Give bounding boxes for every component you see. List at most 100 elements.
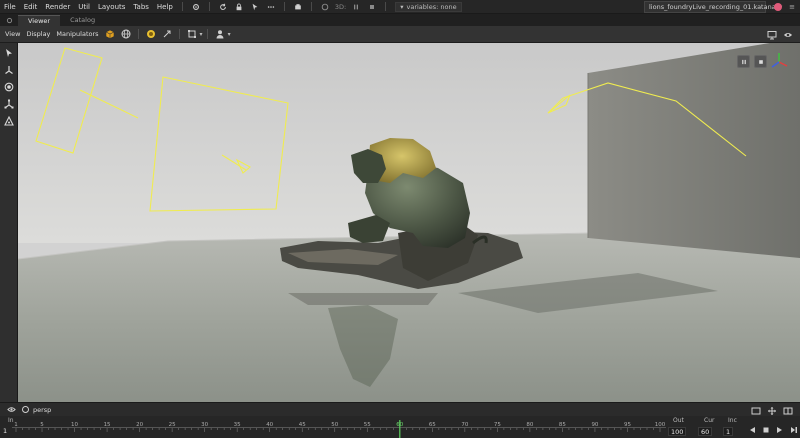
menu-view[interactable]: View (2, 30, 23, 38)
ruler-tick-label: 75 (494, 422, 501, 428)
ruler-tick-label: 1 (14, 422, 18, 428)
scale-tool-icon[interactable] (2, 97, 16, 111)
stop-icon[interactable] (760, 424, 772, 436)
ruler-tick-label: 50 (331, 422, 338, 428)
menubar-divider (385, 2, 387, 11)
menu-util[interactable]: Util (74, 0, 94, 14)
ruler-tick-label: 85 (559, 422, 566, 428)
ruler-tick-label: 20 (136, 422, 143, 428)
ruler-tick-label: 70 (461, 422, 468, 428)
ruler-tick-label: 80 (526, 422, 533, 428)
menubar: File Edit Render Util Layouts Tabs Help … (0, 0, 800, 14)
in-value[interactable]: 1 (3, 427, 7, 435)
menu-render[interactable]: Render (41, 0, 74, 14)
ruler-tick-label: 100 (655, 422, 666, 428)
settings-icon[interactable] (191, 2, 201, 12)
menu-manipulators[interactable]: Manipulators (53, 30, 101, 38)
pause-icon[interactable] (351, 2, 361, 12)
live-render-icon[interactable] (320, 2, 330, 12)
ruler-tick-label: 25 (169, 422, 176, 428)
record-indicator-icon[interactable] (774, 3, 782, 11)
menu-edit[interactable]: Edit (20, 0, 42, 14)
right-wall (588, 43, 800, 258)
play-backward-icon[interactable] (746, 424, 758, 436)
dots-icon[interactable] (266, 2, 276, 12)
toolbar-divider (178, 29, 180, 39)
scene-file-name: lions_foundryLive_recording_01.katana* (649, 3, 779, 11)
frame-ruler[interactable]: 1510152025303540455055606570758085909510… (12, 420, 666, 438)
ruler-tick-label: 35 (234, 422, 241, 428)
out-field[interactable]: 100 (668, 427, 687, 436)
chevron-down-icon[interactable]: ▾ (228, 31, 231, 38)
lock-icon[interactable] (234, 2, 244, 12)
tab-viewer[interactable]: Viewer (18, 15, 61, 26)
viewer-toolbar: View Display Manipulators ▾ ▾ (0, 26, 800, 43)
user-icon[interactable] (214, 28, 226, 40)
ruler-tick-label: 10 (71, 422, 78, 428)
chevron-down-icon[interactable]: ▾ (200, 31, 203, 38)
three-d-label: 3D: (334, 2, 347, 11)
frame-select-icon[interactable] (186, 28, 198, 40)
bounding-box-icon[interactable] (104, 28, 116, 40)
shading-icon[interactable] (145, 28, 157, 40)
viewport[interactable] (18, 43, 800, 402)
pause-render-button[interactable] (737, 55, 750, 68)
visibility-icon[interactable] (782, 29, 794, 41)
menubar-divider (310, 2, 312, 11)
variables-dropdown[interactable]: ▾ variables: none (395, 1, 462, 12)
menu-tabs[interactable]: Tabs (129, 0, 153, 14)
play-forward-icon[interactable] (774, 424, 786, 436)
timeline: In 1 15101520253035404550556065707580859… (0, 416, 800, 438)
ruler-tick-label: 45 (299, 422, 306, 428)
render-icon[interactable] (293, 2, 303, 12)
stop-render-button[interactable] (754, 55, 767, 68)
chevron-down-icon: ▾ (400, 2, 404, 11)
cur-field[interactable]: 60 (698, 427, 713, 436)
select-tool-icon[interactable] (2, 46, 16, 60)
ruler-tick-label: 40 (266, 422, 273, 428)
scene-render (18, 43, 800, 402)
camera-icon[interactable] (22, 406, 29, 413)
menubar-divider (181, 2, 183, 11)
toolbar-divider (137, 29, 139, 39)
tab-catalog[interactable]: Catalog (60, 15, 105, 26)
globe-icon[interactable] (120, 28, 132, 40)
menu-file[interactable]: File (0, 0, 20, 14)
menu-layouts[interactable]: Layouts (94, 0, 129, 14)
rotate-tool-icon[interactable] (2, 80, 16, 94)
ruler-tick-label: 15 (104, 422, 111, 428)
tool-strip (0, 43, 18, 402)
toolbar-divider (206, 29, 208, 39)
inc-label: Inc (728, 417, 737, 424)
menu-display[interactable]: Display (23, 30, 53, 38)
ruler-tick-label: 95 (624, 422, 631, 428)
scene-file-dropdown[interactable]: lions_foundryLive_recording_01.katana* ▾ (644, 1, 782, 13)
menubar-divider (208, 2, 210, 11)
light-link-icon[interactable] (161, 28, 173, 40)
ruler-tick-label: 5 (40, 422, 44, 428)
variables-label: variables: none (406, 2, 457, 11)
menu-help[interactable]: Help (153, 0, 177, 14)
pane-options-icon[interactable] (0, 14, 18, 26)
eye-icon[interactable] (6, 405, 16, 415)
tab-bar: Viewer Catalog (0, 14, 800, 26)
transform-tool-icon[interactable] (2, 114, 16, 128)
cursor-icon[interactable] (250, 2, 260, 12)
menubar-divider (283, 2, 285, 11)
camera-name[interactable]: persp (33, 406, 51, 414)
axis-gizmo-icon[interactable] (768, 51, 790, 73)
translate-tool-icon[interactable] (2, 63, 16, 77)
refresh-icon[interactable] (218, 2, 228, 12)
next-frame-icon[interactable] (788, 424, 800, 436)
viewer-status-bar: persp (0, 402, 800, 416)
out-label: Out (673, 417, 684, 424)
ruler-tick-label: 65 (429, 422, 436, 428)
ruler-tick-label: 55 (364, 422, 371, 428)
viewer-toolbar-right (764, 29, 796, 41)
stop-icon[interactable] (367, 2, 377, 12)
cur-label: Cur (704, 417, 715, 424)
monitor-icon[interactable] (766, 29, 778, 41)
hamburger-menu-icon[interactable]: ≡ (789, 3, 795, 11)
ruler-tick-label: 30 (201, 422, 208, 428)
inc-field[interactable]: 1 (723, 427, 734, 436)
